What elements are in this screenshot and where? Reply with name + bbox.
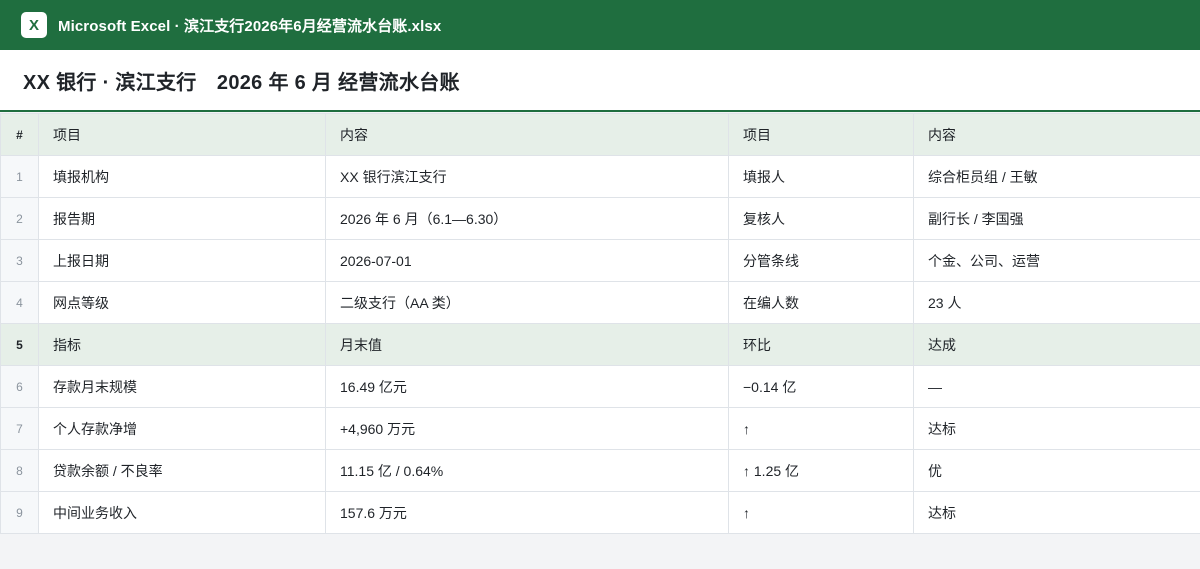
cell[interactable]: 在编人数 (728, 281, 914, 324)
column-header-item-2[interactable]: 项目 (728, 113, 914, 156)
cell[interactable]: +4,960 万元 (325, 407, 729, 450)
cell[interactable]: 157.6 万元 (325, 491, 729, 534)
table-row: 4 网点等级 二级支行（AA 类） 在编人数 23 人 (0, 281, 1200, 324)
cell[interactable]: 副行长 / 李国强 (913, 197, 1200, 240)
cell[interactable]: 中间业务收入 (38, 491, 326, 534)
metric-header-month-end[interactable]: 月末值 (325, 323, 729, 366)
sheet-header: XX 银行 · 滨江支行 2026 年 6 月 经营流水台账 (0, 50, 1200, 112)
row-number[interactable]: 8 (0, 449, 39, 492)
title-bar: X Microsoft Excel · 滨江支行2026年6月经营流水台账.xl… (0, 0, 1200, 50)
column-header-content-2[interactable]: 内容 (913, 113, 1200, 156)
row-number[interactable]: 4 (0, 281, 39, 324)
cell[interactable]: — (913, 365, 1200, 408)
cell[interactable]: 个人存款净增 (38, 407, 326, 450)
table-row: 8 贷款余额 / 不良率 11.15 亿 / 0.64% ↑ 1.25 亿 优 (0, 449, 1200, 492)
row-number[interactable]: 5 (0, 323, 39, 366)
cell[interactable]: 分管条线 (728, 239, 914, 282)
metric-header-achieved[interactable]: 达成 (913, 323, 1200, 366)
table-row: 2 报告期 2026 年 6 月（6.1—6.30） 复核人 副行长 / 李国强 (0, 197, 1200, 240)
row-number[interactable]: 3 (0, 239, 39, 282)
row-number[interactable]: 9 (0, 491, 39, 534)
data-table: # 项目 内容 项目 内容 1 填报机构 XX 银行滨江支行 填报人 综合柜员组… (0, 113, 1200, 534)
cell[interactable]: 23 人 (913, 281, 1200, 324)
cell[interactable]: ↑ (728, 491, 914, 534)
row-number[interactable]: 1 (0, 155, 39, 198)
cell[interactable]: 综合柜员组 / 王敏 (913, 155, 1200, 198)
excel-logo-icon: X (21, 12, 47, 38)
cell[interactable]: 填报人 (728, 155, 914, 198)
column-header-item[interactable]: 项目 (38, 113, 326, 156)
cell[interactable]: 网点等级 (38, 281, 326, 324)
table-row: 7 个人存款净增 +4,960 万元 ↑ 达标 (0, 407, 1200, 450)
cell[interactable]: XX 银行滨江支行 (325, 155, 729, 198)
cell[interactable]: 贷款余额 / 不良率 (38, 449, 326, 492)
row-number[interactable]: 6 (0, 365, 39, 408)
table-row: 6 存款月末规模 16.49 亿元 −0.14 亿 — (0, 365, 1200, 408)
cell[interactable]: 达标 (913, 407, 1200, 450)
cell[interactable]: 二级支行（AA 类） (325, 281, 729, 324)
metric-header-mom[interactable]: 环比 (728, 323, 914, 366)
cell[interactable]: ↑ (728, 407, 914, 450)
metric-header-row: 5 指标 月末值 环比 达成 (0, 323, 1200, 366)
cell[interactable]: 优 (913, 449, 1200, 492)
cell[interactable]: 2026-07-01 (325, 239, 729, 282)
sheet-title: XX 银行 · 滨江支行 2026 年 6 月 经营流水台账 (23, 71, 460, 94)
row-number[interactable]: 7 (0, 407, 39, 450)
table-row: 9 中间业务收入 157.6 万元 ↑ 达标 (0, 491, 1200, 534)
cell[interactable]: 填报机构 (38, 155, 326, 198)
cell[interactable]: 11.15 亿 / 0.64% (325, 449, 729, 492)
cell[interactable]: 个金、公司、运营 (913, 239, 1200, 282)
window-title: Microsoft Excel · 滨江支行2026年6月经营流水台账.xlsx (58, 17, 442, 35)
cell[interactable]: 报告期 (38, 197, 326, 240)
cell[interactable]: 达标 (913, 491, 1200, 534)
column-header-content[interactable]: 内容 (325, 113, 729, 156)
cell[interactable]: 存款月末规模 (38, 365, 326, 408)
table-row: 3 上报日期 2026-07-01 分管条线 个金、公司、运营 (0, 239, 1200, 282)
cell[interactable]: 16.49 亿元 (325, 365, 729, 408)
metric-header-indicator[interactable]: 指标 (38, 323, 326, 366)
cell[interactable]: −0.14 亿 (728, 365, 914, 408)
table-row: 1 填报机构 XX 银行滨江支行 填报人 综合柜员组 / 王敏 (0, 155, 1200, 198)
row-number[interactable]: 2 (0, 197, 39, 240)
spreadsheet-grid: # 项目 内容 项目 内容 1 填报机构 XX 银行滨江支行 填报人 综合柜员组… (0, 113, 1200, 534)
cell[interactable]: 复核人 (728, 197, 914, 240)
cell[interactable]: ↑ 1.25 亿 (728, 449, 914, 492)
row-number-header: # (0, 113, 39, 156)
column-header-row: # 项目 内容 项目 内容 (0, 113, 1200, 156)
cell[interactable]: 2026 年 6 月（6.1—6.30） (325, 197, 729, 240)
cell[interactable]: 上报日期 (38, 239, 326, 282)
